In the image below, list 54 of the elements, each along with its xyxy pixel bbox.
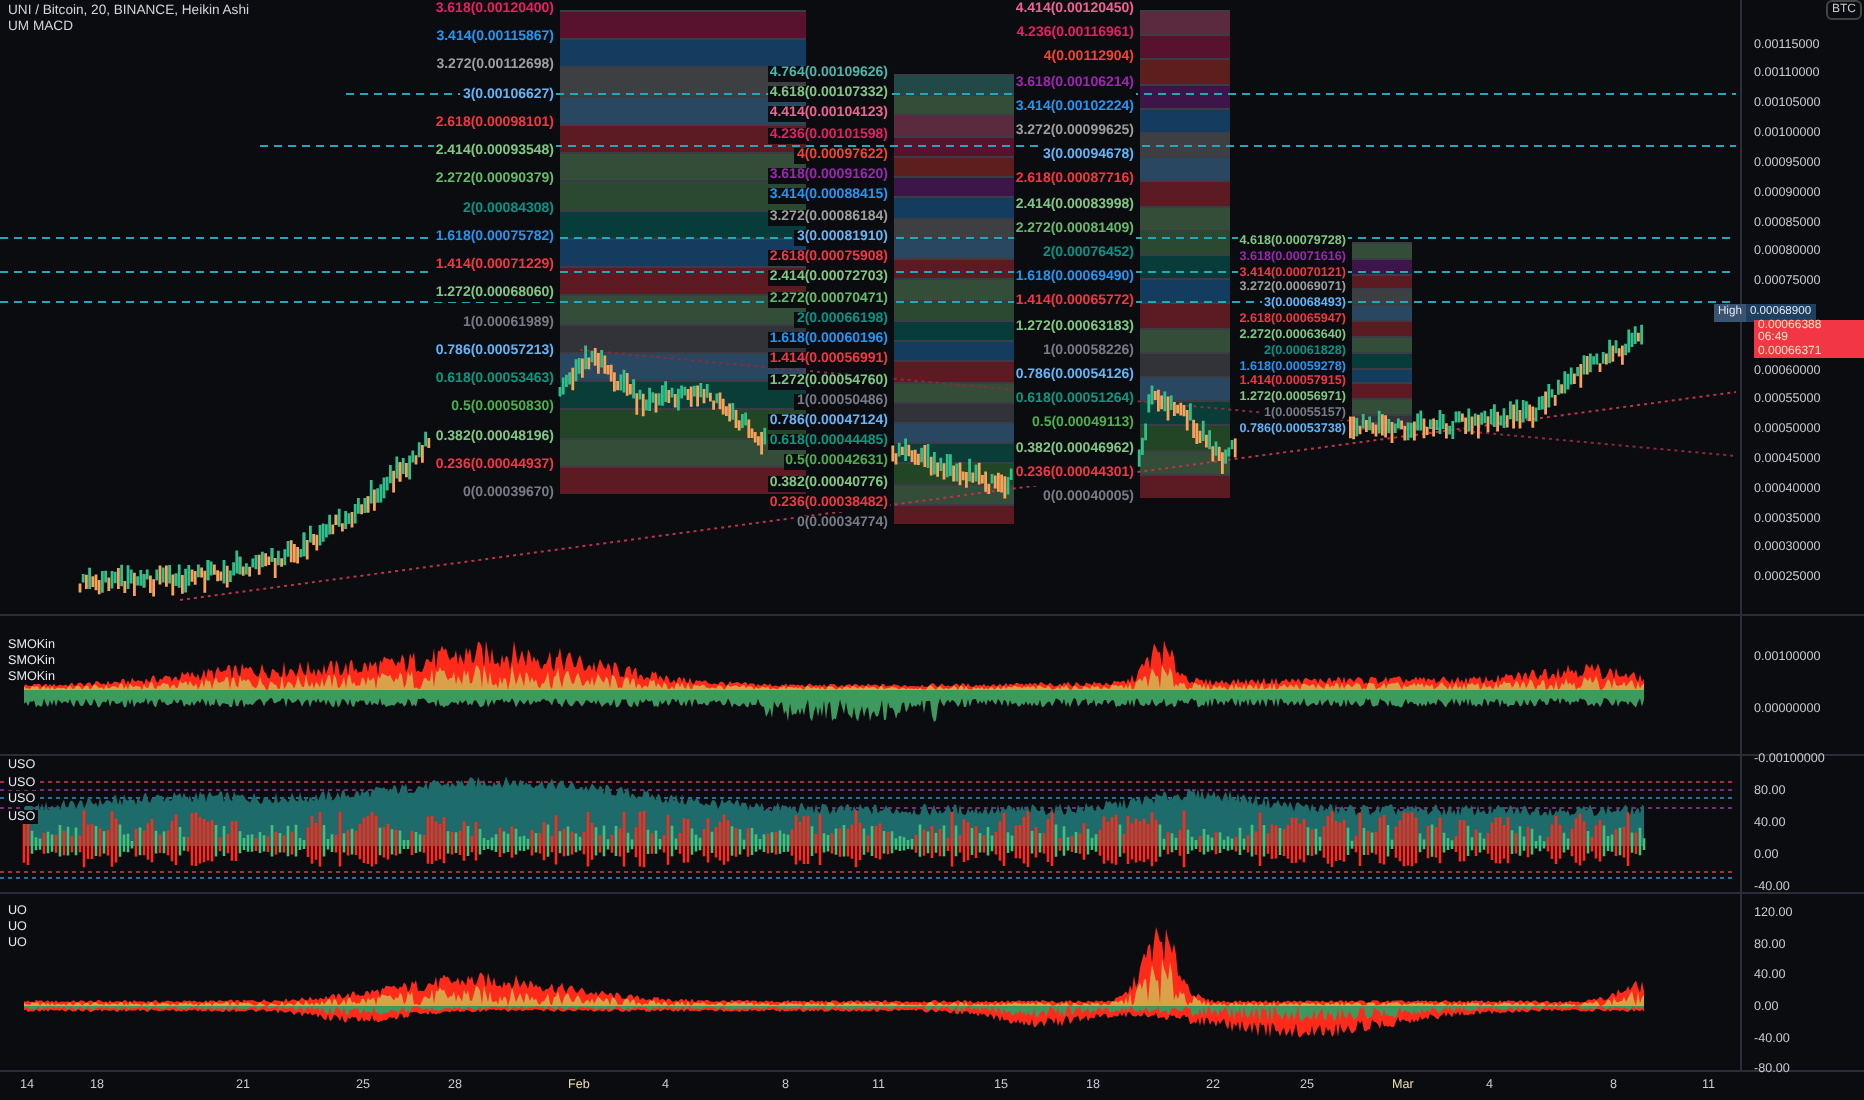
fib-zone [894,217,1014,238]
fib-zone [894,340,1014,361]
fib-zone [1140,156,1230,181]
fib-zone [894,176,1014,197]
fib-zone [1140,205,1230,230]
candles-drawing [78,566,111,596]
fib-zone [1352,288,1412,305]
fib-zone [1352,304,1412,321]
fib-zone [894,401,1014,422]
candles-drawing [942,452,975,490]
fib-zone [894,319,1014,341]
fib-zone [1140,254,1230,279]
fib-zone [894,360,1014,382]
fib-zone [894,155,1014,177]
candles-drawing [590,346,623,393]
fib-zone [894,258,1014,279]
fib-zone [894,74,1014,95]
candles-drawing [622,368,655,418]
fib-zone [1140,58,1230,84]
fib-zone [1140,473,1230,499]
candles-drawing [1454,407,1487,440]
fib-zone [1140,351,1230,377]
candles-drawing [654,379,687,414]
fib-zone [1140,10,1230,35]
fib-zone [1140,278,1230,303]
fib-zone [1352,382,1412,399]
candles-drawing [206,549,242,589]
candles-drawing [1486,398,1519,434]
candles-drawing [1422,408,1455,441]
fib-zone [894,114,1014,136]
fib-zone [1140,180,1230,206]
candles-drawing [1550,362,1583,408]
fib-zone [1140,327,1230,352]
fib-zone [894,237,1014,259]
fib-zone [894,503,1014,525]
fib-zone [1140,132,1230,157]
fib-zone [1140,107,1230,133]
candles-drawing [110,563,146,598]
candles-drawing [1582,338,1615,376]
candles-drawing [174,558,210,596]
candles-drawing [302,513,338,561]
fib-zone [1140,34,1230,59]
fib-zone [1140,302,1230,328]
fib-zone [894,196,1014,218]
candles-drawing [1390,409,1423,445]
candles-drawing [398,430,431,483]
candles-drawing [142,563,178,598]
fib-zone [1140,376,1230,401]
fib-zone [894,94,1014,115]
candles-drawing [1614,323,1643,367]
candles-drawing [1518,382,1551,430]
fib-zone [894,278,1014,300]
fib-zone [894,421,1014,443]
candles-drawing [558,344,591,398]
